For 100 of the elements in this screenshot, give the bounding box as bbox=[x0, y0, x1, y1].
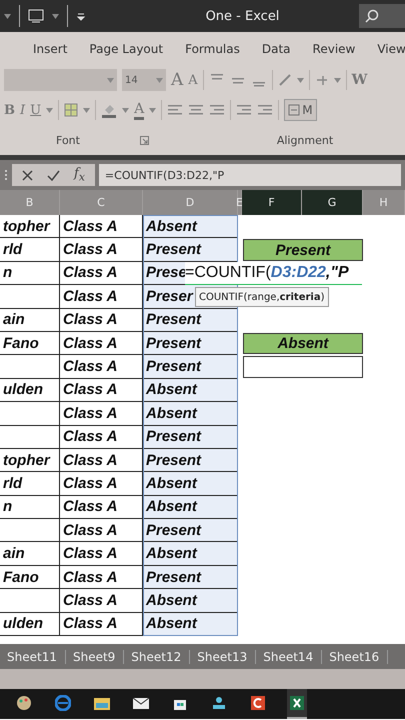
caret-icon bbox=[107, 78, 114, 82]
table-cell: Present bbox=[143, 355, 238, 379]
table-cell: n bbox=[0, 496, 60, 520]
table-cell: Present bbox=[143, 426, 238, 449]
summary-label-cell: Present bbox=[243, 239, 363, 261]
font-name-field[interactable] bbox=[4, 69, 117, 91]
table-cell: ulden bbox=[0, 378, 60, 402]
font-size-field[interactable]: 14 bbox=[122, 69, 166, 91]
checkmark-icon[interactable] bbox=[47, 170, 60, 180]
table-cell: Absent bbox=[143, 472, 238, 496]
palette-icon bbox=[16, 695, 32, 711]
formula-field[interactable]: =COUNTIF(D3:D22,"P bbox=[98, 164, 401, 186]
table-cell: Class A bbox=[60, 542, 143, 566]
table-cell: Class A bbox=[60, 519, 143, 542]
ribbon-tab[interactable]: Insert bbox=[25, 42, 76, 56]
group-label: Font bbox=[56, 134, 80, 146]
merge-icon bbox=[288, 104, 300, 116]
increase-indent-icon[interactable] bbox=[257, 103, 274, 117]
sheet-tab[interactable]: Sheet16 bbox=[322, 650, 388, 664]
group-label: Alignment bbox=[276, 134, 334, 146]
table-cell: Class A bbox=[60, 612, 143, 636]
insert-function-button[interactable]: f$_{x}$ bbox=[74, 166, 85, 184]
table-cell: Class A bbox=[60, 472, 143, 496]
table-cell: ulden bbox=[0, 612, 60, 636]
ribbon-tab[interactable]: Review bbox=[304, 42, 364, 56]
table-cell: Class A bbox=[60, 308, 143, 332]
fill-color-icon[interactable] bbox=[101, 102, 118, 118]
table-cell: Absent bbox=[143, 402, 238, 426]
caret-icon bbox=[122, 108, 130, 112]
cell-editor[interactable]: =COUNTIF(D3:D22,"P bbox=[185, 262, 362, 285]
table-cell: Absent bbox=[143, 496, 238, 520]
app-icon bbox=[250, 695, 266, 711]
table-cell: Absent bbox=[143, 378, 238, 402]
sheet-tab[interactable]: Sheet12 bbox=[124, 650, 190, 664]
grow-font-button[interactable]: A bbox=[171, 70, 184, 90]
customize-icon[interactable] bbox=[76, 11, 86, 21]
folder-icon bbox=[93, 695, 111, 711]
table-cell: Present bbox=[143, 519, 238, 542]
borders-icon[interactable] bbox=[64, 103, 78, 117]
table-cell: ain bbox=[0, 308, 60, 332]
table-cell: Present bbox=[143, 238, 238, 262]
caret-icon bbox=[46, 108, 54, 112]
table-cell: Present bbox=[143, 448, 238, 472]
spreadsheet-app-icon bbox=[289, 695, 305, 711]
grip-icon[interactable] bbox=[4, 169, 8, 181]
dialog-launcher-icon[interactable] bbox=[140, 136, 149, 144]
column-header[interactable]: F bbox=[242, 190, 302, 215]
table-cell: Absent bbox=[143, 215, 238, 238]
align-center-icon[interactable] bbox=[188, 103, 204, 117]
person-screen-icon bbox=[211, 695, 227, 711]
table-cell: Class A bbox=[60, 496, 143, 520]
browser-icon bbox=[55, 695, 71, 711]
underline-button[interactable]: U bbox=[30, 102, 42, 118]
font-color-button[interactable]: A bbox=[134, 100, 144, 120]
table-cell: Fano bbox=[0, 332, 60, 356]
cancel-icon[interactable] bbox=[22, 170, 33, 180]
sheet-tab[interactable]: Sheet11 bbox=[0, 650, 66, 664]
table-cell: rld bbox=[0, 472, 60, 496]
align-left-icon[interactable] bbox=[167, 103, 184, 117]
search-icon bbox=[365, 9, 379, 23]
search-field[interactable] bbox=[359, 4, 405, 28]
table-cell: Class A bbox=[60, 285, 143, 309]
wrap-text-button[interactable]: W bbox=[352, 72, 368, 88]
table-cell: topher bbox=[0, 215, 60, 238]
column-header[interactable]: G bbox=[302, 190, 363, 215]
caret-icon bbox=[156, 78, 163, 82]
table-cell: Class A bbox=[60, 262, 143, 286]
caret-icon bbox=[149, 108, 156, 112]
sheet-tab[interactable]: Sheet14 bbox=[256, 650, 322, 664]
table-cell: Class A bbox=[60, 448, 143, 472]
table-cell: Class A bbox=[60, 426, 143, 449]
merge-button[interactable]: M bbox=[284, 99, 317, 121]
table-cell: Fano bbox=[0, 566, 60, 590]
table-cell: Class A bbox=[60, 215, 143, 238]
ribbon-tab[interactable]: Page Layout bbox=[81, 42, 172, 56]
decrease-indent-icon[interactable] bbox=[236, 103, 252, 117]
taskbar-button[interactable] bbox=[287, 689, 307, 719]
shrink-font-button[interactable]: A bbox=[188, 72, 198, 88]
align-right-icon[interactable] bbox=[209, 103, 226, 117]
table-cell: Present bbox=[143, 308, 238, 332]
table-cell: Class A bbox=[60, 402, 143, 426]
caret-icon bbox=[52, 14, 59, 18]
table-cell: Absent bbox=[143, 589, 238, 613]
table-cell: Present bbox=[143, 332, 238, 356]
caret-icon bbox=[296, 78, 304, 82]
sheet-tab[interactable]: Sheet13 bbox=[190, 650, 256, 664]
table-cell: Class A bbox=[60, 378, 143, 402]
table-cell: Class A bbox=[60, 566, 143, 590]
table-cell: Present bbox=[143, 566, 238, 590]
ribbon-tab[interactable]: View bbox=[369, 42, 405, 56]
bold-button[interactable]: B bbox=[4, 102, 15, 118]
ribbon-tab[interactable]: Formulas bbox=[177, 42, 248, 56]
sheet-tab[interactable]: Sheet9 bbox=[66, 650, 124, 664]
ribbon-tab[interactable]: Data bbox=[254, 42, 299, 56]
caret-icon bbox=[83, 108, 90, 112]
caret-icon bbox=[334, 78, 341, 82]
summary-label-cell: Absent bbox=[243, 332, 363, 354]
caret-icon bbox=[4, 14, 11, 18]
italic-button[interactable]: I bbox=[20, 102, 26, 118]
window-title: One - Excel bbox=[204, 8, 280, 24]
